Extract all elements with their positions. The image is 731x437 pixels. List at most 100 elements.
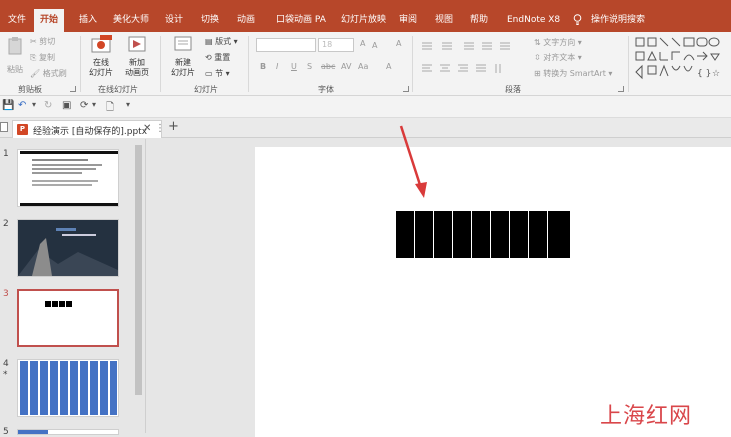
online-label-2: 幻灯片 [89,68,113,77]
change-case-button[interactable]: Aa [358,62,368,71]
redo-icon[interactable]: ↻ [44,100,52,111]
black-rectangle[interactable] [510,211,528,258]
reset-label: 重置 [214,53,231,62]
tab-home[interactable]: 开始 [34,9,65,32]
paragraph-launcher-icon[interactable] [618,86,624,92]
shapes-gallery[interactable]: { } ☆ [634,36,724,80]
online-slides-button[interactable]: 在线 幻灯片 [85,35,117,78]
smartart-label: 转换为 SmartArt [543,69,606,78]
align-text-label: 对齐文本 [543,53,576,62]
slide-number: 1 [3,149,9,159]
italic-button[interactable]: I [276,62,278,71]
font-size-field[interactable]: 18 [318,38,354,52]
clipboard-launcher-icon[interactable] [70,86,76,92]
slide-editing-canvas [147,139,731,437]
tab-file[interactable]: 文件 [2,9,32,32]
ribbon: 粘贴 ✂ 剪切 ⎘ 复制 🖌 格式刷 剪贴板 在线 幻灯片 新加 动画页 在线幻… [0,32,731,96]
smartart-button[interactable]: ⊞ 转换为 SmartArt ▾ [534,68,612,79]
slide-number: 4 [3,359,9,369]
new-label: 新加 [129,58,145,67]
slide-thumbnail-2[interactable] [17,219,119,277]
undo-dropdown-icon[interactable]: ▾ [32,100,36,109]
repeat-icon[interactable]: ⟳ [80,100,88,111]
more-options-icon[interactable]: ⋮ [155,123,165,134]
slide-thumbnail-5[interactable] [17,429,119,435]
align-text-button[interactable]: ⇳ 对齐文本 ▾ [534,52,582,63]
font-size-value: 18 [322,40,333,49]
clear-format-button[interactable]: A [396,39,401,48]
new-slide-icon [174,36,192,51]
slides-group-label: 幻灯片 [194,85,218,94]
paragraph-group-label: 段落 [505,85,521,94]
layout-button[interactable]: ▤ 版式 ▾ [205,36,238,47]
layout-label: 版式 [215,37,232,46]
paste-button[interactable]: 粘贴 [4,36,26,75]
slide-thumbnail-1[interactable] [17,149,119,207]
tab-help[interactable]: 帮助 [464,9,494,32]
tab-beautify[interactable]: 美化大师 [107,9,155,32]
black-rectangle[interactable] [491,211,509,258]
cut-button[interactable]: ✂ 剪切 [30,36,55,47]
current-slide[interactable] [255,147,731,437]
slide-number: 5 [3,427,9,437]
tab-view[interactable]: 视图 [429,9,459,32]
grow-font-button[interactable]: A [360,39,365,48]
divider [248,36,249,92]
char-spacing-button[interactable]: AV [341,62,351,71]
slide-thumbnail-pane: 1 2 3 4 * 5 [0,139,146,437]
tab-transitions[interactable]: 切换 [195,9,225,32]
font-launcher-icon[interactable] [403,86,409,92]
new-slide-label-2: 幻灯片 [171,68,195,77]
black-rectangle[interactable] [472,211,490,258]
slide-thumbnail-4[interactable] [17,359,119,417]
tab-design[interactable]: 设计 [159,9,189,32]
text-direction-button[interactable]: ⇅ 文字方向 ▾ [534,37,582,48]
slide-thumbnail-3[interactable] [17,289,119,347]
shadow-button[interactable]: S [307,62,312,71]
repeat-dropdown-icon[interactable]: ▾ [92,100,96,109]
tell-me-search[interactable]: 操作说明搜索 [585,9,651,32]
mountain-scene-image [18,220,118,276]
font-color-button[interactable]: A [386,62,391,71]
save-icon[interactable]: 💾 [2,100,14,111]
scrollbar-thumb[interactable] [135,145,142,395]
bold-button[interactable]: B [260,62,266,71]
new-slide-label: 新建 [175,58,191,67]
section-button[interactable]: ▭ 节 ▾ [205,68,230,79]
strikethrough-button[interactable]: abc [321,62,335,71]
paragraph-buttons-icon[interactable] [420,40,528,80]
lightbulb-icon [573,14,582,25]
tab-endnote[interactable]: EndNote X8 [501,9,566,32]
black-rectangle[interactable] [396,211,414,258]
close-tab-icon[interactable]: ✕ [143,123,151,134]
reset-button[interactable]: ⟲ 重置 [205,52,230,63]
tab-slideshow[interactable]: 幻灯片放映 [335,9,392,32]
divider [160,36,161,92]
tab-insert[interactable]: 插入 [73,9,103,32]
underline-button[interactable]: U [291,62,297,71]
black-rectangle[interactable] [529,211,547,258]
black-rectangle[interactable] [415,211,433,258]
slide-number: 2 [3,219,9,229]
customize-qat-icon[interactable]: ▾ [126,100,130,109]
black-rectangle[interactable] [453,211,471,258]
slideshow-icon[interactable]: ▣ [62,100,71,111]
new-animation-page-button[interactable]: 新加 动画页 [120,35,154,78]
tab-pocket-animation[interactable]: 口袋动画 PA [270,9,332,32]
format-painter-button[interactable]: 🖌 格式刷 [30,68,67,79]
copy-button[interactable]: ⎘ 复制 [30,52,55,63]
undo-icon[interactable]: ↶ [18,100,26,111]
document-tab[interactable]: P 经验演示 [自动保存的].pptx ✕ ⋮ [12,120,165,138]
new-slide-button[interactable]: 新建 幻灯片 [166,35,200,78]
add-tab-icon[interactable]: + [168,119,179,134]
format-painter-label: 格式刷 [42,69,67,78]
new-doc-icon[interactable]: 🗋 [106,100,114,117]
tab-animations[interactable]: 动画 [231,9,261,32]
thumbnail-scrollbar[interactable] [134,141,143,431]
black-rectangle[interactable] [548,211,570,258]
divider [80,36,81,92]
font-family-field[interactable] [256,38,316,52]
tab-review[interactable]: 审阅 [393,9,423,32]
shrink-font-button[interactable]: A [372,41,377,50]
black-rectangle[interactable] [434,211,452,258]
